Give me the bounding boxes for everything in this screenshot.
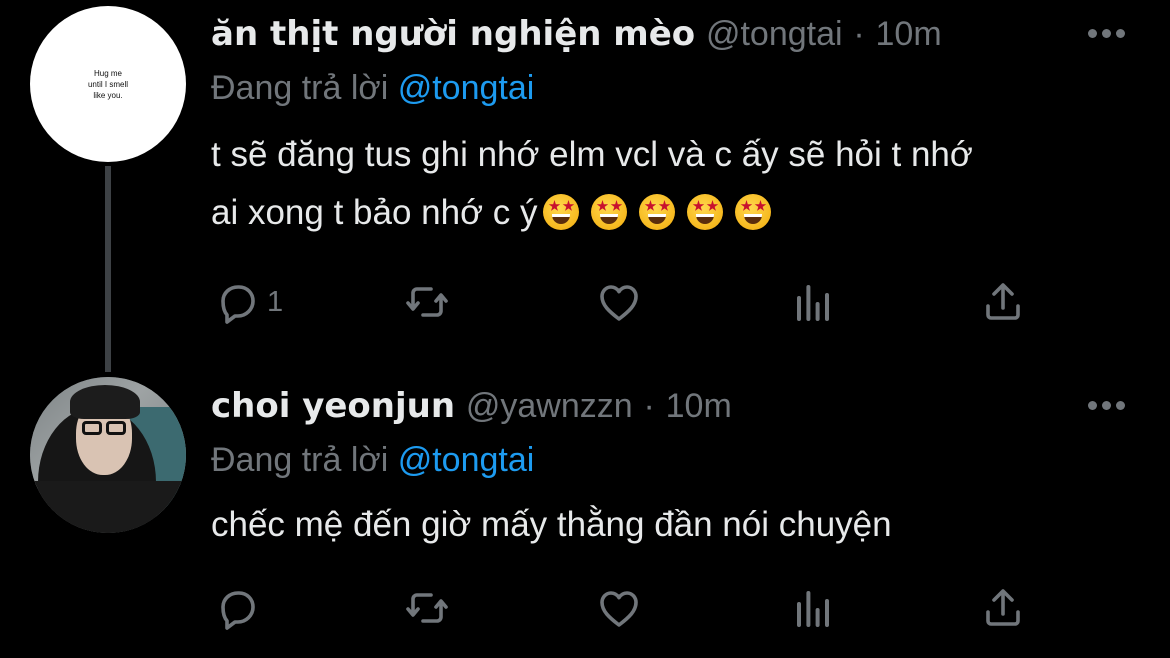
emoji-group [543, 190, 783, 248]
more-icon[interactable] [1086, 396, 1128, 416]
reply-context: Đang trả lời @tongtai [211, 438, 534, 482]
separator-dot: · [643, 387, 655, 425]
share-icon [986, 283, 1020, 320]
avatar[interactable]: Hug me until I smell like you. [30, 6, 186, 162]
star-struck-emoji-icon [639, 194, 676, 230]
reply-to-handle[interactable]: @tongtai [398, 69, 535, 107]
user-handle[interactable]: @yawnzzn [466, 387, 633, 425]
avatar-caption: Hug me until I smell like you. [87, 69, 128, 100]
reply-to-handle[interactable]: @tongtai [398, 441, 535, 479]
reply-icon [221, 591, 255, 630]
reply-prefix: Đang trả lời [211, 69, 389, 107]
tweet-header: ăn thịt người nghiện mèo @tongtai · 10m [211, 12, 942, 56]
avatar[interactable] [30, 377, 186, 533]
tweet[interactable]: choi yeonjun @yawnzzn · 10m Đang trả lời… [0, 372, 1170, 658]
reply-icon [221, 285, 255, 324]
user-handle[interactable]: @tongtai [706, 15, 843, 53]
action-bar [211, 584, 1051, 632]
reply-prefix: Đang trả lời [211, 441, 389, 479]
tweet-text-line: ai xong t bảo nhớ c ý [211, 184, 1151, 248]
retweet-icon [406, 593, 448, 623]
retweet-button[interactable] [403, 584, 457, 632]
display-name[interactable]: ăn thịt người nghiện mèo [211, 14, 695, 54]
tweet-text-line: chếc mệ đến giờ mấy thằng đần nói chuyện [211, 505, 892, 544]
tweet-text: chếc mệ đến giờ mấy thằng đần nói chuyện [211, 496, 1151, 554]
display-name[interactable]: choi yeonjun [211, 386, 455, 426]
timestamp[interactable]: 10m [666, 387, 732, 425]
timestamp[interactable]: 10m [876, 15, 942, 53]
heart-icon [600, 285, 638, 321]
analytics-icon [797, 591, 829, 627]
star-struck-emoji-icon [687, 194, 724, 230]
more-icon[interactable] [1086, 24, 1128, 44]
reply-count: 1 [267, 285, 284, 318]
action-bar: 1 [211, 278, 1051, 326]
star-struck-emoji-icon [591, 194, 628, 230]
reply-button[interactable]: 1 [213, 278, 283, 326]
star-struck-emoji-icon [735, 194, 772, 230]
tweet-header: choi yeonjun @yawnzzn · 10m [211, 384, 732, 428]
tweet[interactable]: Hug me until I smell like you. ăn thịt n… [0, 0, 1170, 372]
reply-button[interactable] [213, 584, 267, 632]
thread-line [105, 166, 111, 372]
like-button[interactable] [595, 278, 649, 326]
tweet-text-line: t sẽ đăng tus ghi nhớ elm vcl và c ấy sẽ… [211, 135, 973, 174]
heart-icon [600, 591, 638, 627]
separator-dot: · [853, 15, 865, 53]
tweet-text: t sẽ đăng tus ghi nhớ elm vcl và c ấy sẽ… [211, 126, 1151, 248]
retweet-icon [406, 287, 448, 317]
reply-context: Đang trả lời @tongtai [211, 66, 534, 110]
retweet-button[interactable] [403, 278, 457, 326]
share-icon [986, 589, 1020, 626]
analytics-button[interactable] [789, 584, 837, 632]
share-button[interactable] [979, 278, 1027, 326]
analytics-icon [797, 285, 829, 321]
star-struck-emoji-icon [543, 194, 580, 230]
share-button[interactable] [979, 584, 1027, 632]
like-button[interactable] [595, 584, 649, 632]
analytics-button[interactable] [789, 278, 837, 326]
